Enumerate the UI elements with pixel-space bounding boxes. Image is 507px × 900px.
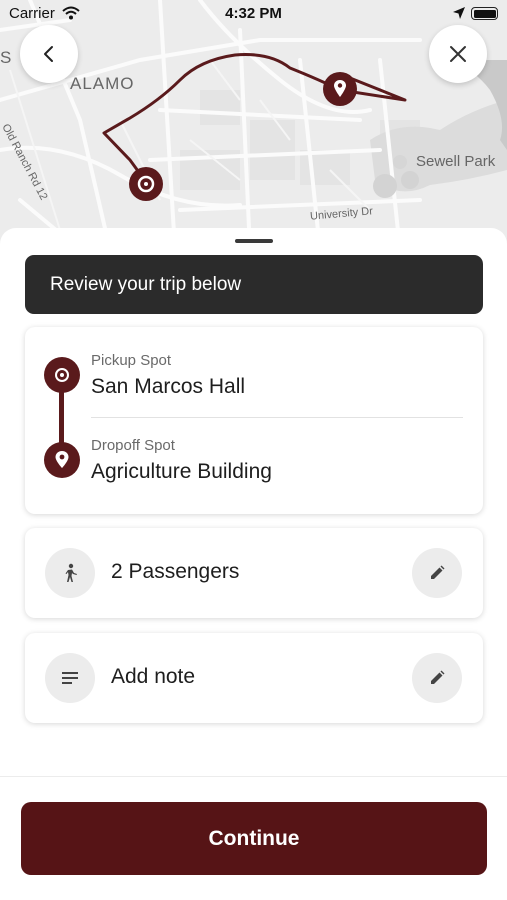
pickup-label: Pickup Spot	[91, 352, 172, 369]
review-banner-text: Review your trip below	[50, 273, 242, 295]
dropoff-pin-icon	[44, 442, 80, 478]
chevron-left-icon	[44, 46, 53, 62]
edit-note-button[interactable]	[412, 653, 462, 703]
map-pin-icon	[55, 451, 69, 468]
close-icon	[450, 46, 466, 62]
continue-button[interactable]: Continue	[21, 802, 487, 875]
map-label-alamo: ALAMO	[70, 74, 135, 93]
map-label-s: S	[0, 48, 12, 67]
footer-divider	[0, 776, 507, 777]
pickup-marker-icon[interactable]	[128, 166, 164, 202]
map-view[interactable]: S ALAMO Sewell Park Old Ranch Rd 12 Univ…	[0, 0, 507, 250]
clock: 4:32 PM	[225, 5, 282, 22]
add-note-text: Add note	[111, 665, 196, 688]
add-note-card[interactable]: Add note	[25, 633, 483, 723]
dropoff-marker-icon[interactable]	[322, 71, 358, 107]
edit-passengers-button[interactable]	[412, 548, 462, 598]
passengers-card[interactable]: 2 Passengers	[25, 528, 483, 618]
location-arrow-icon	[453, 7, 465, 19]
close-button[interactable]	[429, 25, 487, 83]
dropoff-label: Dropoff Spot	[91, 437, 175, 454]
pickup-spot-icon	[44, 357, 80, 393]
trip-review-sheet: Review your trip below Pickup Spot San M…	[0, 228, 507, 900]
map-streets	[0, 0, 507, 250]
pickup-value[interactable]: San Marcos Hall	[91, 375, 245, 399]
passengers-text: 2 Passengers	[111, 560, 240, 583]
pencil-icon	[431, 670, 445, 684]
divider	[91, 417, 463, 418]
sheet-drag-handle[interactable]	[235, 239, 273, 243]
pencil-icon	[431, 565, 445, 579]
notes-icon	[45, 653, 95, 703]
status-bar: Carrier 4:32 PM	[0, 0, 507, 28]
back-button[interactable]	[20, 25, 78, 83]
dropoff-value[interactable]: Agriculture Building	[91, 460, 272, 484]
review-banner: Review your trip below	[25, 255, 483, 314]
trip-details-card: Pickup Spot San Marcos Hall Dropoff Spot…	[25, 327, 483, 514]
person-icon	[45, 548, 95, 598]
map-label-sewell-park: Sewell Park	[416, 153, 496, 170]
battery-icon	[471, 7, 498, 20]
